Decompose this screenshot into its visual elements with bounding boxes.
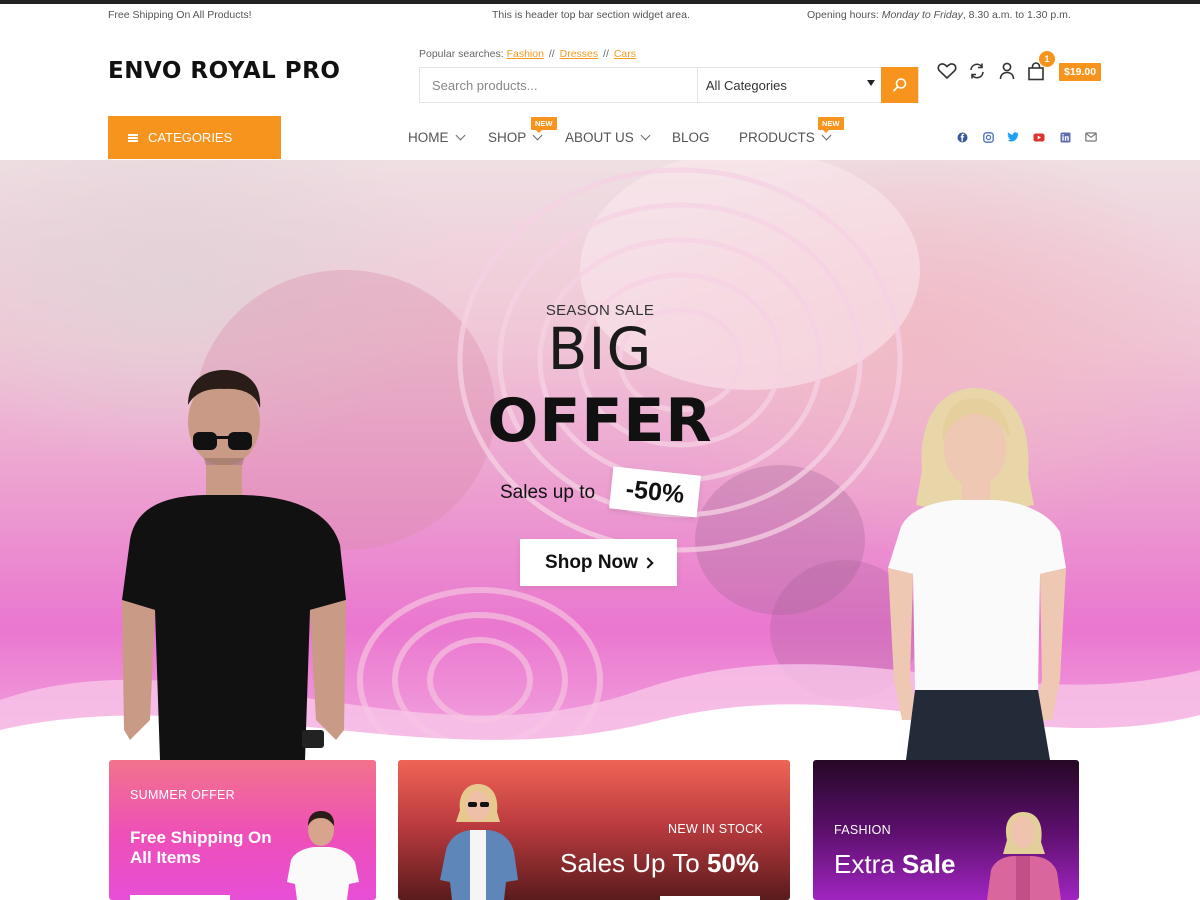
category-select[interactable]: All Categories: [697, 68, 882, 102]
opening-hours: Opening hours: Monday to Friday, 8.30 a.…: [807, 9, 1071, 21]
hero-background-art: [0, 160, 1200, 760]
header-top-bar: Free Shipping On All Products! This is h…: [0, 4, 1200, 26]
categories-button[interactable]: CATEGORIES: [108, 116, 281, 159]
email-icon: [1085, 132, 1097, 142]
nav-item-label: PRODUCTS: [739, 130, 815, 145]
heart-icon: [937, 63, 957, 79]
nav-item-label: HOME: [408, 130, 449, 145]
site-logo[interactable]: ENVO ROYAL PRO: [108, 58, 340, 84]
promo-headline-emphasis: 50%: [706, 848, 759, 878]
promo-headline-line2: All Items: [130, 848, 201, 867]
wishlist-button[interactable]: [936, 60, 958, 82]
hero-banner: SEASON SALE BIG OFFER Sales up to -50% S…: [0, 160, 1200, 760]
user-icon: [999, 62, 1015, 80]
promo-headline: Free Shipping On All Items: [130, 828, 272, 868]
shop-now-button[interactable]: Shop Now: [520, 539, 677, 586]
promo-eyebrow: SUMMER OFFER: [130, 788, 235, 802]
instagram-icon: [982, 131, 994, 143]
promo-eyebrow: NEW IN STOCK: [668, 822, 764, 836]
promo-eyebrow: FASHION: [834, 823, 891, 837]
promo-headline-text: Sales Up To: [560, 848, 707, 878]
popular-link-fashion[interactable]: Fashion: [507, 48, 544, 60]
chevron-down-icon: [455, 130, 465, 141]
nav-item-blog[interactable]: BLOG: [672, 130, 710, 145]
nav-item-products[interactable]: PRODUCTS: [739, 130, 832, 145]
search-icon: [892, 78, 906, 92]
linkedin-link[interactable]: [1059, 131, 1071, 143]
hero-sales-text: Sales up to: [500, 482, 596, 503]
search-button[interactable]: [881, 67, 918, 103]
nav-item-shop[interactable]: SHOP: [488, 130, 543, 145]
promo-card-fashion[interactable]: FASHION Extra Sale: [813, 760, 1079, 900]
promo-headline-line1: Free Shipping On: [130, 828, 272, 847]
categories-label: CATEGORIES: [148, 130, 233, 145]
promo-headline-emphasis: Sale: [901, 849, 956, 879]
opening-hours-time: , 8.30 a.m. to 1.30 p.m.: [962, 9, 1071, 21]
new-badge-products: NEW: [818, 117, 844, 133]
chevron-right-icon: [642, 556, 654, 569]
promo-headline: Sales Up To 50%: [560, 848, 759, 879]
promo-card-new-in-stock[interactable]: NEW IN STOCK Sales Up To 50%: [398, 760, 790, 900]
discount-value: -50%: [624, 474, 686, 509]
promo-headline-text: Extra: [834, 849, 902, 879]
discount-badge: -50%: [609, 466, 701, 518]
instagram-link[interactable]: [982, 131, 994, 143]
compare-button[interactable]: [966, 60, 988, 82]
cart-total[interactable]: $19.00: [1059, 63, 1102, 81]
facebook-icon: [957, 132, 967, 142]
hero-title-line2: OFFER: [487, 386, 713, 456]
cart-count-badge: 1: [1039, 51, 1055, 67]
free-shipping-notice: Free Shipping On All Products!: [108, 9, 252, 21]
youtube-link[interactable]: [1033, 131, 1045, 143]
linkedin-icon: [1060, 132, 1070, 142]
promo-headline: Extra Sale: [834, 849, 955, 880]
shop-now-label: Shop Now: [545, 551, 638, 573]
email-link[interactable]: [1085, 131, 1097, 143]
popular-searches-label: Popular searches:: [419, 48, 504, 60]
refresh-icon: [970, 63, 984, 79]
search-input[interactable]: [420, 68, 698, 102]
account-button[interactable]: [996, 60, 1018, 82]
promo-button[interactable]: [130, 895, 230, 900]
chevron-down-icon: [867, 80, 876, 86]
nav-item-label: SHOP: [488, 130, 527, 145]
nav-item-about-us[interactable]: ABOUT US: [565, 130, 651, 145]
twitter-icon: [1007, 132, 1019, 142]
nav-item-home[interactable]: HOME: [408, 130, 465, 145]
promo-card-summer-offer[interactable]: SUMMER OFFER Free Shipping On All Items: [109, 760, 376, 900]
popular-link-dresses[interactable]: Dresses: [560, 48, 599, 60]
twitter-link[interactable]: [1007, 131, 1019, 143]
facebook-link[interactable]: [956, 131, 968, 143]
popular-searches: Popular searches: Fashion // Dresses // …: [419, 48, 636, 60]
hero-title-line1: BIG: [547, 315, 653, 383]
separator: //: [548, 48, 555, 60]
promo-button[interactable]: [660, 896, 760, 900]
opening-hours-days: Monday to Friday: [881, 9, 963, 21]
category-select-value: All Categories: [705, 78, 787, 93]
widget-area-text: This is header top bar section widget ar…: [492, 9, 690, 21]
new-badge-shop: NEW: [531, 117, 557, 133]
menu-icon: [128, 133, 138, 142]
popular-link-cars[interactable]: Cars: [614, 48, 636, 60]
nav-item-label: ABOUT US: [565, 130, 634, 145]
opening-hours-prefix: Opening hours:: [807, 9, 882, 21]
youtube-icon: [1033, 133, 1045, 141]
chevron-down-icon: [640, 130, 651, 141]
separator: //: [603, 48, 609, 60]
product-search-form: All Categories: [419, 67, 919, 103]
nav-item-label: BLOG: [672, 130, 710, 145]
